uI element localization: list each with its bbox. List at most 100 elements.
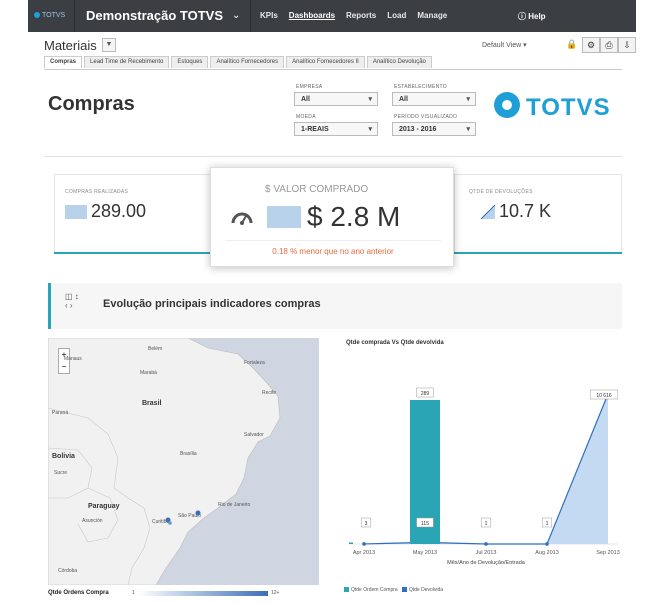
legend-swatch <box>401 587 407 593</box>
tab-lead-time[interactable]: Lead Time de Recebimento <box>84 56 170 68</box>
bar[interactable] <box>349 542 353 544</box>
x-tick-label: Jul 2013 <box>476 550 497 556</box>
filter-periodo-select[interactable]: 2013 - 2016 ▾ <box>392 122 476 136</box>
filter-estabelecimento-value: All <box>399 96 408 103</box>
nav-reports[interactable]: Reports <box>346 11 376 20</box>
tab-estoques[interactable]: Estoques <box>171 56 209 68</box>
nav-load[interactable]: Load <box>387 11 406 20</box>
data-label-text: 115 <box>421 521 429 527</box>
app-title[interactable]: Demonstração TOTVS <box>86 8 223 23</box>
data-label-text: 10 616 <box>596 393 612 399</box>
map-marker[interactable] <box>168 521 172 525</box>
kpi-label: $ VALOR COMPRADO <box>265 184 369 195</box>
section-header: ◫ ↕ ‹ › Evolução principais indicadores c… <box>48 283 622 329</box>
data-label: 115 <box>416 517 434 528</box>
nav-kpis[interactable]: KPIs <box>260 11 278 20</box>
filter-label-estabelecimento: ESTABELECIMENTO <box>394 84 447 90</box>
data-label: 10 616 <box>589 389 619 400</box>
kpi-label: QTDE DE DEVOLUÇÕES <box>469 189 533 195</box>
kpi-qtde-devolucoes: QTDE DE DEVOLUÇÕES 10.7 K <box>454 174 622 254</box>
chart-legend: Qtde Ordem Compra Qtde Devolvida <box>344 587 443 593</box>
settings-gear-icon[interactable]: ⚙ <box>582 37 600 53</box>
area-series-point[interactable] <box>484 542 488 546</box>
totvs-logo-icon <box>494 92 520 118</box>
map-markers <box>165 510 201 525</box>
filter-empresa-value: All <box>301 96 310 103</box>
divider <box>225 240 441 241</box>
page-selector[interactable]: Materiais <box>44 38 97 53</box>
export-icon[interactable]: ⇩ <box>618 37 636 53</box>
kpi-value: 289.00 <box>91 201 147 221</box>
x-tick-label: May 2013 <box>413 550 437 556</box>
data-label-text: 289 <box>421 391 430 397</box>
tab-bar: Compras Lead Time de Recebimento Estoque… <box>44 56 434 68</box>
kpi-swatch <box>65 205 87 219</box>
help-label: Help <box>528 12 546 21</box>
map-legend-max: 12+ <box>271 590 280 596</box>
purchase-orders-map[interactable]: + − Belém Manaus Fortaleza Marabá Recife … <box>48 338 319 585</box>
data-label: 3 <box>360 517 372 528</box>
data-label-text: 1 <box>485 521 488 527</box>
nav-dashboards[interactable]: Dashboards <box>289 11 335 20</box>
map-marker[interactable] <box>195 510 201 516</box>
kpi-value: 10.7 K <box>499 201 552 221</box>
top-navigation-bar: TOTVS Demonstração TOTVS ⌄ KPIs Dashboard… <box>28 0 636 32</box>
kpi-value: $ 2.8 M <box>307 201 401 232</box>
help-icon: ⓘ <box>518 12 529 21</box>
logo-text: TOTVS <box>42 12 66 19</box>
page-dropdown-chevron-icon[interactable]: ▼ <box>102 38 116 52</box>
kpi-swatch <box>267 206 301 228</box>
data-label: 1 <box>480 517 492 528</box>
chevron-down-icon: ▾ <box>466 126 470 133</box>
combo-chart[interactable]: 3 289 115 1 1 10 616 Apr 2013 May 2013 Jul 2013 A… <box>328 350 624 590</box>
logo-dot-icon <box>34 12 40 19</box>
filter-empresa-select[interactable]: All ▾ <box>294 92 378 106</box>
tab-analitico-fornecedores-ii[interactable]: Analítico Fornecedores II <box>286 56 365 68</box>
kpi-compras-realizadas: COMPRAS REALIZADAS 289.00 <box>54 174 230 254</box>
tab-underline <box>44 69 622 70</box>
brand-name: TOTVS <box>526 94 611 121</box>
kpi-trend-icon <box>481 205 495 219</box>
chart-title: Qtde comprada Vs Qtde devolvida <box>346 340 444 346</box>
tab-analitico-devolucao[interactable]: Analítico Devolução <box>366 56 432 68</box>
filter-label-moeda: MOEDA <box>296 114 316 120</box>
filter-label-periodo: PERÍODO VISUALIZADO <box>394 114 458 120</box>
filter-moeda-select[interactable]: 1-REAIS ▾ <box>294 122 378 136</box>
data-label: 1 <box>541 517 553 528</box>
help-link[interactable]: ⓘ Help <box>518 11 546 22</box>
chevron-down-icon: ▾ <box>466 96 470 103</box>
divider <box>44 156 622 157</box>
filter-moeda-value: 1-REAIS <box>301 126 329 133</box>
filter-estabelecimento-select[interactable]: All ▾ <box>392 92 476 106</box>
chevron-down-icon[interactable]: ⌄ <box>232 10 240 21</box>
lock-icon[interactable]: 🔒 <box>564 37 580 51</box>
legend-label: Qtde Devolvida <box>408 587 444 593</box>
legend-label: Qtde Ordem Compra <box>351 587 398 593</box>
kpi-comparison-note: 0.18 % menor que no ano anterior <box>272 247 394 256</box>
area-series-point[interactable] <box>545 542 549 546</box>
section-title: Evolução principais indicadores compras <box>103 298 321 310</box>
view-selector[interactable]: Default View ▾ <box>482 41 527 49</box>
x-tick-label: Sep 2013 <box>596 550 620 556</box>
tab-analitico-fornecedores[interactable]: Analítico Fornecedores <box>210 56 285 68</box>
main-nav: KPIs Dashboards Reports Load Manage <box>260 11 458 20</box>
data-label: 289 <box>416 387 434 398</box>
tab-compras[interactable]: Compras <box>44 56 83 68</box>
totvs-logo-small[interactable]: TOTVS <box>34 12 65 19</box>
expand-collapse-icon[interactable]: ◫ ↕ ‹ › <box>65 292 79 310</box>
nav-manage[interactable]: Manage <box>417 11 447 20</box>
x-tick-label: Apr 2013 <box>353 550 375 556</box>
filter-label-empresa: EMPRESA <box>296 84 323 90</box>
chevron-down-icon: ▾ <box>368 126 372 133</box>
divider <box>74 0 75 32</box>
speedometer-icon <box>231 212 253 225</box>
map-legend-min: 1 <box>132 590 135 596</box>
app-frame: TOTVS Demonstração TOTVS ⌄ KPIs Dashboard… <box>28 0 636 603</box>
area-series-point[interactable] <box>362 542 366 546</box>
x-tick-label: Aug 2013 <box>535 550 559 556</box>
x-axis-title: Mês/Ano de Devolução/Entrada <box>447 560 526 566</box>
page-title: Compras <box>48 93 135 115</box>
map-legend-label: Qtde Ordens Compra <box>48 590 109 596</box>
print-icon[interactable]: ⎙ <box>600 37 618 53</box>
divider <box>250 0 251 32</box>
